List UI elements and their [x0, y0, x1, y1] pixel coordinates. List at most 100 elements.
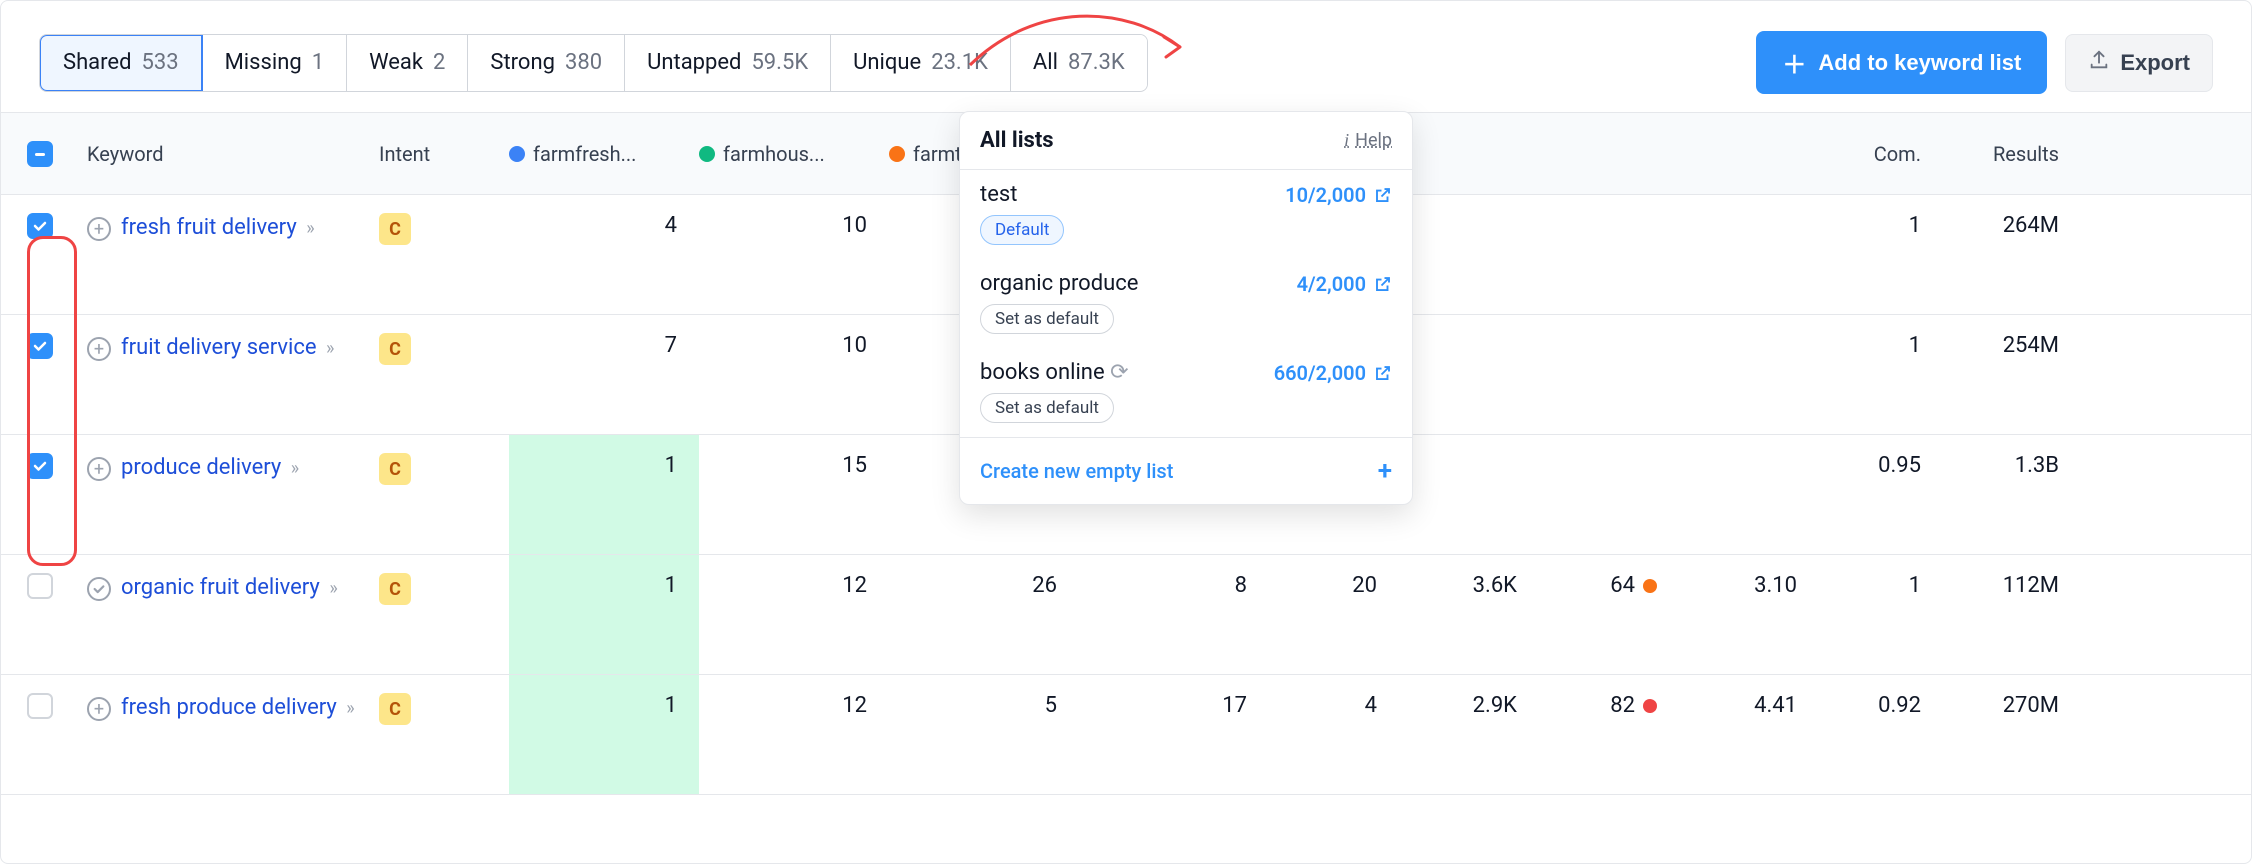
keyword-list-dropdown: All lists i Help test 10/2,000 Default o…: [959, 111, 1413, 505]
cell-value: 1: [1819, 573, 1939, 598]
cell-value: 4: [1269, 693, 1399, 718]
cell-value: 64: [1539, 573, 1679, 598]
chevron-right-icon: »: [326, 338, 334, 359]
cell-value: 5: [889, 693, 1079, 718]
plus-icon: ＋: [1782, 45, 1806, 80]
cell-value: 0.92: [1819, 693, 1939, 718]
filter-tabs: Shared533Missing1Weak2Strong380Untapped5…: [39, 34, 1148, 92]
add-button-label: Add to keyword list: [1818, 50, 2021, 76]
set-default-button[interactable]: Set as default: [980, 393, 1114, 423]
intent-badge: C: [379, 213, 411, 245]
tab-missing[interactable]: Missing1: [203, 35, 348, 91]
cell-value: 10: [699, 333, 889, 358]
plus-circle-icon[interactable]: +: [87, 457, 111, 481]
tab-unique[interactable]: Unique23.1K: [831, 35, 1011, 91]
cell-value: 264M: [1939, 213, 2099, 238]
cell-value: 82: [1539, 693, 1679, 718]
cell-value: 20: [1269, 573, 1399, 598]
list-name: test: [980, 182, 1017, 207]
cell-value: 8: [1079, 573, 1269, 598]
plus-circle-icon[interactable]: +: [87, 337, 111, 361]
row-checkbox[interactable]: [27, 573, 53, 599]
cell-value: 4.41: [1679, 693, 1819, 718]
cell-value: 1.3B: [1939, 453, 2099, 478]
create-new-list-link[interactable]: Create new empty list: [980, 459, 1173, 483]
export-icon: [2088, 49, 2110, 77]
keyword-link[interactable]: organic fruit delivery: [121, 575, 320, 600]
chevron-right-icon: »: [329, 578, 337, 599]
cell-value: 10: [699, 213, 889, 238]
header-competitor-1[interactable]: farmhous...: [699, 142, 889, 166]
cell-value: 254M: [1939, 333, 2099, 358]
external-link-icon: [1374, 186, 1392, 204]
header-intent[interactable]: Intent: [379, 142, 509, 166]
list-count[interactable]: 10/2,000: [1285, 183, 1392, 207]
tab-strong[interactable]: Strong380: [468, 35, 625, 91]
keyword-link[interactable]: fresh fruit delivery: [121, 215, 297, 240]
tab-all[interactable]: All87.3K: [1011, 35, 1147, 91]
header-competitor-0[interactable]: farmfresh...: [509, 142, 699, 166]
list-count[interactable]: 660/2,000: [1274, 361, 1392, 385]
header-results[interactable]: Results: [1939, 142, 2099, 166]
help-link[interactable]: i Help: [1344, 130, 1392, 151]
keyword-link[interactable]: produce delivery: [121, 455, 281, 480]
list-name: books online ⟳: [980, 360, 1129, 385]
dropdown-title: All lists: [980, 128, 1054, 153]
header-com[interactable]: Com.: [1819, 142, 1939, 166]
chevron-right-icon: »: [346, 698, 354, 719]
export-button[interactable]: Export: [2065, 34, 2213, 92]
table-row: + fresh produce delivery » C 11251742.9K8…: [1, 675, 2251, 795]
header-keyword[interactable]: Keyword: [79, 142, 379, 166]
cell-value: 3.6K: [1399, 573, 1539, 598]
tab-shared[interactable]: Shared533: [39, 34, 203, 92]
cell-value: 1: [509, 555, 699, 674]
cell-value: 0.95: [1819, 453, 1939, 478]
intent-badge: C: [379, 573, 411, 605]
add-to-keyword-list-button[interactable]: ＋ Add to keyword list: [1756, 31, 2047, 94]
list-name: organic produce: [980, 271, 1138, 296]
external-link-icon: [1374, 275, 1392, 293]
export-button-label: Export: [2120, 50, 2190, 76]
create-new-list-plus-icon[interactable]: +: [1378, 456, 1392, 486]
keyword-list-item[interactable]: test 10/2,000 Default: [960, 170, 1412, 259]
check-circle-icon[interactable]: [87, 577, 111, 601]
list-count[interactable]: 4/2,000: [1297, 272, 1392, 296]
cell-value: 15: [699, 453, 889, 478]
plus-circle-icon[interactable]: +: [87, 697, 111, 721]
row-checkbox[interactable]: [27, 453, 53, 479]
cell-value: 7: [509, 333, 699, 358]
keyword-list-item[interactable]: organic produce 4/2,000 Set as default: [960, 259, 1412, 348]
cell-value: 17: [1079, 693, 1269, 718]
select-all-checkbox[interactable]: [27, 141, 53, 167]
tab-untapped[interactable]: Untapped59.5K: [625, 35, 831, 91]
refresh-icon: ⟳: [1110, 360, 1128, 385]
info-icon: i: [1344, 130, 1349, 151]
cell-value: 1: [1819, 213, 1939, 238]
cell-value: 26: [889, 573, 1079, 598]
intent-badge: C: [379, 693, 411, 725]
cell-value: 1: [509, 675, 699, 794]
keyword-list-item[interactable]: books online ⟳ 660/2,000 Set as default: [960, 348, 1412, 437]
external-link-icon: [1374, 364, 1392, 382]
row-checkbox[interactable]: [27, 333, 53, 359]
keyword-link[interactable]: fresh produce delivery: [121, 695, 337, 720]
default-badge: Default: [980, 215, 1064, 245]
intent-badge: C: [379, 333, 411, 365]
chevron-right-icon: »: [291, 458, 299, 479]
keyword-link[interactable]: fruit delivery service: [121, 335, 317, 360]
cell-value: 2.9K: [1399, 693, 1539, 718]
cell-value: 112M: [1939, 573, 2099, 598]
row-checkbox[interactable]: [27, 693, 53, 719]
cell-value: 12: [699, 693, 889, 718]
chevron-right-icon: »: [306, 218, 314, 239]
cell-value: 1: [1819, 333, 1939, 358]
cell-value: 1: [509, 435, 699, 554]
set-default-button[interactable]: Set as default: [980, 304, 1114, 334]
row-checkbox[interactable]: [27, 213, 53, 239]
plus-circle-icon[interactable]: +: [87, 217, 111, 241]
table-row: organic fruit delivery » C112268203.6K64…: [1, 555, 2251, 675]
cell-value: 12: [699, 573, 889, 598]
tab-weak[interactable]: Weak2: [347, 35, 468, 91]
cell-value: 270M: [1939, 693, 2099, 718]
intent-badge: C: [379, 453, 411, 485]
